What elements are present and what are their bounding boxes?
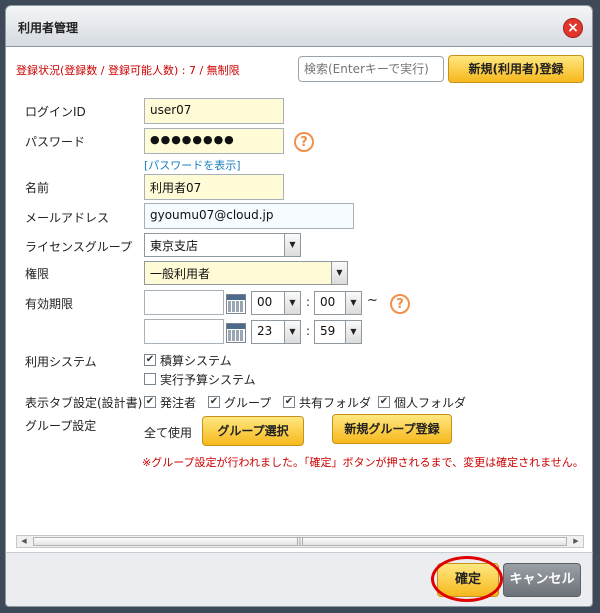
chevron-down-icon[interactable]: ▼	[284, 292, 300, 314]
tab-option-label: グループ	[224, 396, 272, 410]
validity-help-icon[interactable]: ?	[390, 294, 410, 314]
dialog-titlebar: 利用者管理 ×	[5, 5, 593, 47]
cancel-button[interactable]: キャンセル	[503, 563, 581, 597]
license-group-select[interactable]: 東京支店 ▼	[144, 233, 301, 257]
dialog-body: 登録状況(登録数 / 登録可能人数) : 7 / 無制限 新規(利用者)登録 ロ…	[5, 47, 593, 552]
registration-status: 登録状況(登録数 / 登録可能人数) : 7 / 無制限	[16, 64, 240, 77]
permission-select[interactable]: 一般利用者 ▼	[144, 261, 348, 285]
dialog-title: 利用者管理	[18, 21, 79, 35]
search-input[interactable]	[298, 56, 444, 82]
tab-checkbox-orderer[interactable]: ✔	[144, 396, 156, 408]
calendar-icon[interactable]	[226, 294, 246, 314]
close-icon[interactable]: ×	[563, 18, 583, 38]
chevron-down-icon[interactable]: ▼	[345, 321, 361, 343]
tab-checkbox-personal-folder[interactable]: ✔	[378, 396, 390, 408]
password-help-icon[interactable]: ?	[294, 132, 314, 152]
time-separator: :	[306, 324, 311, 338]
validity-start-hour-value: 00	[257, 295, 273, 309]
login-id-field[interactable]: user07	[144, 98, 284, 124]
validity-start-minute-value: 00	[320, 295, 336, 309]
validity-start-hour-select[interactable]: 00 ▼	[251, 291, 301, 315]
chevron-down-icon[interactable]: ▼	[284, 234, 300, 256]
permission-value: 一般利用者	[150, 267, 211, 281]
horizontal-scrollbar[interactable]: ◀ ||| ▶	[16, 535, 584, 548]
confirm-highlight-ring	[431, 556, 503, 602]
scrollbar-thumb[interactable]: |||	[33, 537, 567, 546]
tab-checkbox-shared-folder[interactable]: ✔	[283, 396, 295, 408]
validity-end-hour-select[interactable]: 23 ▼	[251, 320, 301, 344]
validity-end-hour-value: 23	[257, 324, 273, 338]
system-option-label: 積算システム	[160, 354, 232, 368]
name-field[interactable]: 利用者07	[144, 174, 284, 200]
validity-label: 有効期限	[25, 297, 74, 311]
dialog-footer: 確定 キャンセル	[5, 552, 593, 607]
system-option-label: 実行予算システム	[160, 373, 256, 387]
tab-option-label: 個人フォルダ	[394, 396, 467, 410]
new-user-button[interactable]: 新規(利用者)登録	[448, 55, 584, 83]
group-setting-label: グループ設定	[25, 419, 97, 433]
validity-end-minute-value: 59	[320, 324, 336, 338]
tab-option-label: 共有フォルダ	[299, 396, 372, 410]
login-id-label: ログインID	[25, 105, 86, 119]
chevron-down-icon[interactable]: ▼	[331, 262, 347, 284]
license-group-label: ライセンスグループ	[25, 240, 133, 254]
password-label: パスワード	[25, 135, 86, 149]
time-separator: :	[306, 295, 311, 309]
system-label: 利用システム	[25, 355, 97, 369]
email-field[interactable]: gyoumu07@cloud.jp	[144, 203, 354, 229]
name-label: 名前	[25, 181, 50, 195]
scroll-right-icon[interactable]: ▶	[569, 536, 583, 547]
permission-label: 権限	[25, 267, 50, 281]
group-notice: ※グループ設定が行われました。「確定」ボタンが押されるまで、変更は確定されません…	[142, 456, 584, 469]
chevron-down-icon[interactable]: ▼	[345, 292, 361, 314]
password-field[interactable]: ●●●●●●●●	[144, 128, 284, 154]
scroll-left-icon[interactable]: ◀	[17, 536, 31, 547]
email-label: メールアドレス	[25, 211, 110, 225]
tab-checkbox-group[interactable]: ✔	[208, 396, 220, 408]
show-password-link[interactable]: [パスワードを表示]	[144, 157, 241, 173]
chevron-down-icon[interactable]: ▼	[284, 321, 300, 343]
system-checkbox-estimate[interactable]: ✔	[144, 354, 156, 366]
new-group-button[interactable]: 新規グループ登録	[332, 414, 452, 444]
tab-option-label: 発注者	[160, 396, 197, 410]
display-tab-label: 表示タブ設定(設計書)	[25, 396, 143, 410]
group-select-button[interactable]: グループ選択	[202, 416, 304, 446]
validity-end-date-field[interactable]	[144, 319, 224, 344]
calendar-icon[interactable]	[226, 323, 246, 343]
range-tilde: ~	[367, 293, 378, 308]
system-checkbox-budget[interactable]	[144, 373, 156, 385]
validity-end-minute-select[interactable]: 59 ▼	[314, 320, 362, 344]
group-all-use-text: 全て使用	[144, 426, 193, 440]
license-group-value: 東京支店	[150, 239, 199, 253]
user-management-dialog: 利用者管理 × 登録状況(登録数 / 登録可能人数) : 7 / 無制限 新規(…	[0, 0, 600, 613]
validity-start-date-field[interactable]	[144, 290, 224, 315]
validity-start-minute-select[interactable]: 00 ▼	[314, 291, 362, 315]
